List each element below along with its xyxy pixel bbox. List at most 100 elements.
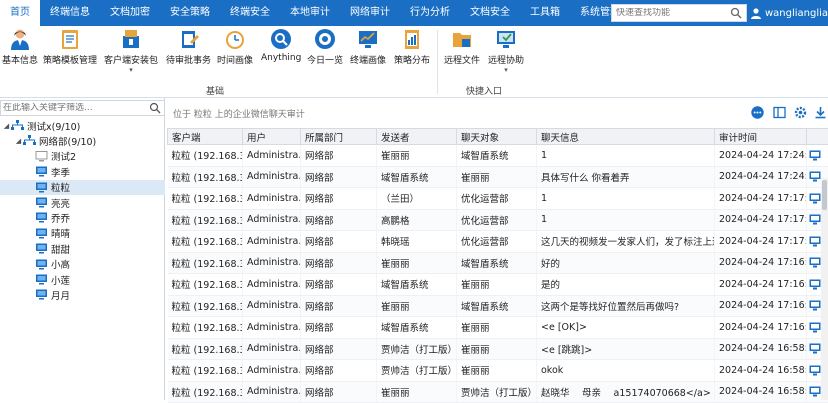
table-row[interactable]: 粒粒 (192.168.3...Administra...网络部域智盾系统崔丽丽…	[168, 317, 828, 339]
menu-network-audit[interactable]: 网络审计	[340, 0, 400, 26]
download-icon[interactable]	[814, 106, 827, 119]
menu-terminal-info[interactable]: 终端信息	[40, 0, 100, 26]
cell-user: Administra...	[243, 166, 301, 188]
tree-node[interactable]: 月月	[0, 287, 165, 302]
tree-node-label: 乔乔	[51, 211, 70, 225]
tree-node[interactable]: 亮亮	[0, 195, 165, 210]
chevron-down-icon[interactable]: ▾	[129, 66, 133, 74]
table-row[interactable]: 粒粒 (192.168.3...Administra...网络部韩晓瑶优化运营部…	[168, 231, 828, 253]
tool-policy-template[interactable]: 策略模板管理	[43, 28, 97, 66]
menu-toolbox[interactable]: 工具箱	[520, 0, 570, 26]
tool-anything[interactable]: Anything	[261, 28, 301, 63]
table-scrollbar[interactable]	[821, 178, 828, 400]
search-icon[interactable]	[149, 102, 161, 114]
tool-label: 今日一览	[307, 53, 343, 66]
column-header-user[interactable]: 用户	[243, 129, 301, 145]
column-header-chat-target[interactable]: 聊天对象	[457, 129, 537, 145]
table-row[interactable]: 粒粒 (192.168.3...Administra...网络部贾帅洁（打工版）…	[168, 338, 828, 360]
tree-node[interactable]: 乔乔	[0, 210, 165, 225]
user-menu[interactable]: wangliangliang	[746, 0, 828, 26]
tree-node[interactable]: ◢测试x(9/10)	[0, 118, 165, 133]
more-options-icon[interactable]	[751, 106, 764, 119]
cell-message: <e [跳跳]>	[537, 338, 715, 360]
view-screen-icon[interactable]	[809, 322, 821, 333]
view-screen-icon[interactable]	[809, 214, 821, 225]
cell-client: 粒粒 (192.168.3...	[168, 252, 243, 274]
menu-terminal-security[interactable]: 终端安全	[220, 0, 280, 26]
cell-chat-target: 优化运营部	[457, 209, 537, 231]
menu-behavior-analysis[interactable]: 行为分析	[400, 0, 460, 26]
menu-home[interactable]: 首页	[0, 0, 40, 26]
view-screen-icon[interactable]	[809, 279, 821, 290]
view-screen-icon[interactable]	[809, 150, 821, 161]
tool-terminal-portrait[interactable]: 终端画像	[350, 28, 386, 66]
column-header-department[interactable]: 所属部门	[301, 129, 377, 145]
view-screen-icon[interactable]	[809, 343, 821, 354]
tree-node[interactable]: 李季	[0, 164, 165, 179]
column-header-sender[interactable]: 发送者	[377, 129, 457, 145]
tool-label: Anything	[261, 53, 301, 63]
table-row[interactable]: 粒粒 (192.168.3...Administra...网络部崔丽丽域智盾系统…	[168, 145, 828, 167]
expand-arrow-icon[interactable]: ◢	[14, 137, 23, 145]
column-header-audit-time[interactable]: 审计时间	[715, 129, 807, 145]
view-screen-icon[interactable]	[809, 365, 821, 376]
tree-node[interactable]: 小莲	[0, 272, 165, 287]
tool-pending-approval[interactable]: 待审批事务	[166, 28, 211, 66]
cell-sender: 崔丽丽	[377, 145, 457, 167]
cell-sender: 崔丽丽	[377, 252, 457, 274]
tool-basic-info[interactable]: 基本信息	[2, 28, 38, 66]
menu-local-audit[interactable]: 本地审计	[280, 0, 340, 26]
view-screen-icon[interactable]	[809, 386, 821, 397]
tree-filter-input[interactable]	[1, 103, 141, 113]
menu-doc-security[interactable]: 文档安全	[460, 0, 520, 26]
tool-label: 远程协助	[488, 53, 524, 66]
tree-node[interactable]: 甜甜	[0, 241, 165, 256]
tool-policy-distribution[interactable]: 策略分布	[394, 28, 430, 66]
table-row[interactable]: 粒粒 (192.168.3...Administra...网络部域智盾系统崔丽丽…	[168, 166, 828, 188]
table-row[interactable]: 粒粒 (192.168.3...Administra...网络部（兰田）优化运营…	[168, 188, 828, 210]
tree-node[interactable]: ◢网络部(9/10)	[0, 133, 165, 148]
menu-security-policy[interactable]: 安全策略	[160, 0, 220, 26]
cell-client: 粒粒 (192.168.3...	[168, 166, 243, 188]
tool-remote-assist[interactable]: 远程协助 ▾	[488, 28, 524, 74]
tree-node-label: 小莲	[51, 273, 70, 287]
offline-computer-icon	[35, 151, 48, 162]
chevron-down-icon[interactable]: ▾	[504, 66, 508, 74]
tree-filter	[0, 100, 165, 116]
cell-audit-time: 2024-04-24 17:16:00	[715, 295, 807, 317]
search-icon[interactable]	[730, 7, 742, 19]
cell-chat-target: 崔丽丽	[457, 360, 537, 382]
table-row[interactable]: 粒粒 (192.168.3...Administra...网络部贾帅洁（打工版）…	[168, 360, 828, 382]
remote-file-icon	[451, 28, 473, 50]
column-header-client[interactable]: 客户端	[168, 129, 243, 145]
scrollbar-thumb[interactable]	[822, 180, 827, 210]
view-screen-icon[interactable]	[809, 193, 821, 204]
tool-client-installer[interactable]: 客户端安装包 ▾	[104, 28, 158, 74]
table-row[interactable]: 粒粒 (192.168.3...Administra...网络部高鹏格优化运营部…	[168, 209, 828, 231]
view-screen-icon[interactable]	[809, 257, 821, 268]
column-layout-icon[interactable]	[773, 106, 786, 119]
view-screen-icon[interactable]	[809, 171, 821, 182]
tool-today-overview[interactable]: 今日一览	[307, 28, 343, 66]
cell-user: Administra...	[243, 381, 301, 403]
computer-icon	[35, 166, 48, 177]
view-screen-icon[interactable]	[809, 300, 821, 311]
tool-remote-file[interactable]: 远程文件	[444, 28, 480, 66]
column-header-message[interactable]: 聊天信息	[537, 129, 715, 145]
table-row[interactable]: 粒粒 (192.168.3...Administra...网络部崔丽丽贾帅洁（打…	[168, 381, 828, 403]
tool-label: 策略分布	[394, 53, 430, 66]
table-row[interactable]: 粒粒 (192.168.3...Administra...网络部崔丽丽域智盾系统…	[168, 295, 828, 317]
table-row[interactable]: 粒粒 (192.168.3...Administra...网络部崔丽丽域智盾系统…	[168, 252, 828, 274]
cell-department: 网络部	[301, 338, 377, 360]
settings-icon[interactable]	[794, 106, 807, 119]
tree-node[interactable]: 晴晴	[0, 226, 165, 241]
tree-node[interactable]: 小高	[0, 257, 165, 272]
view-screen-icon[interactable]	[809, 236, 821, 247]
expand-arrow-icon[interactable]: ◢	[2, 122, 11, 130]
menu-doc-encrypt[interactable]: 文档加密	[100, 0, 160, 26]
tool-time-portrait[interactable]: 时间画像	[217, 28, 253, 66]
tree-node[interactable]: 测试2	[0, 149, 165, 164]
tree-node[interactable]: 粒粒	[0, 180, 165, 195]
function-search-input[interactable]	[616, 8, 726, 18]
table-row[interactable]: 粒粒 (192.168.3...Administra...网络部域智盾系统崔丽丽…	[168, 274, 828, 296]
